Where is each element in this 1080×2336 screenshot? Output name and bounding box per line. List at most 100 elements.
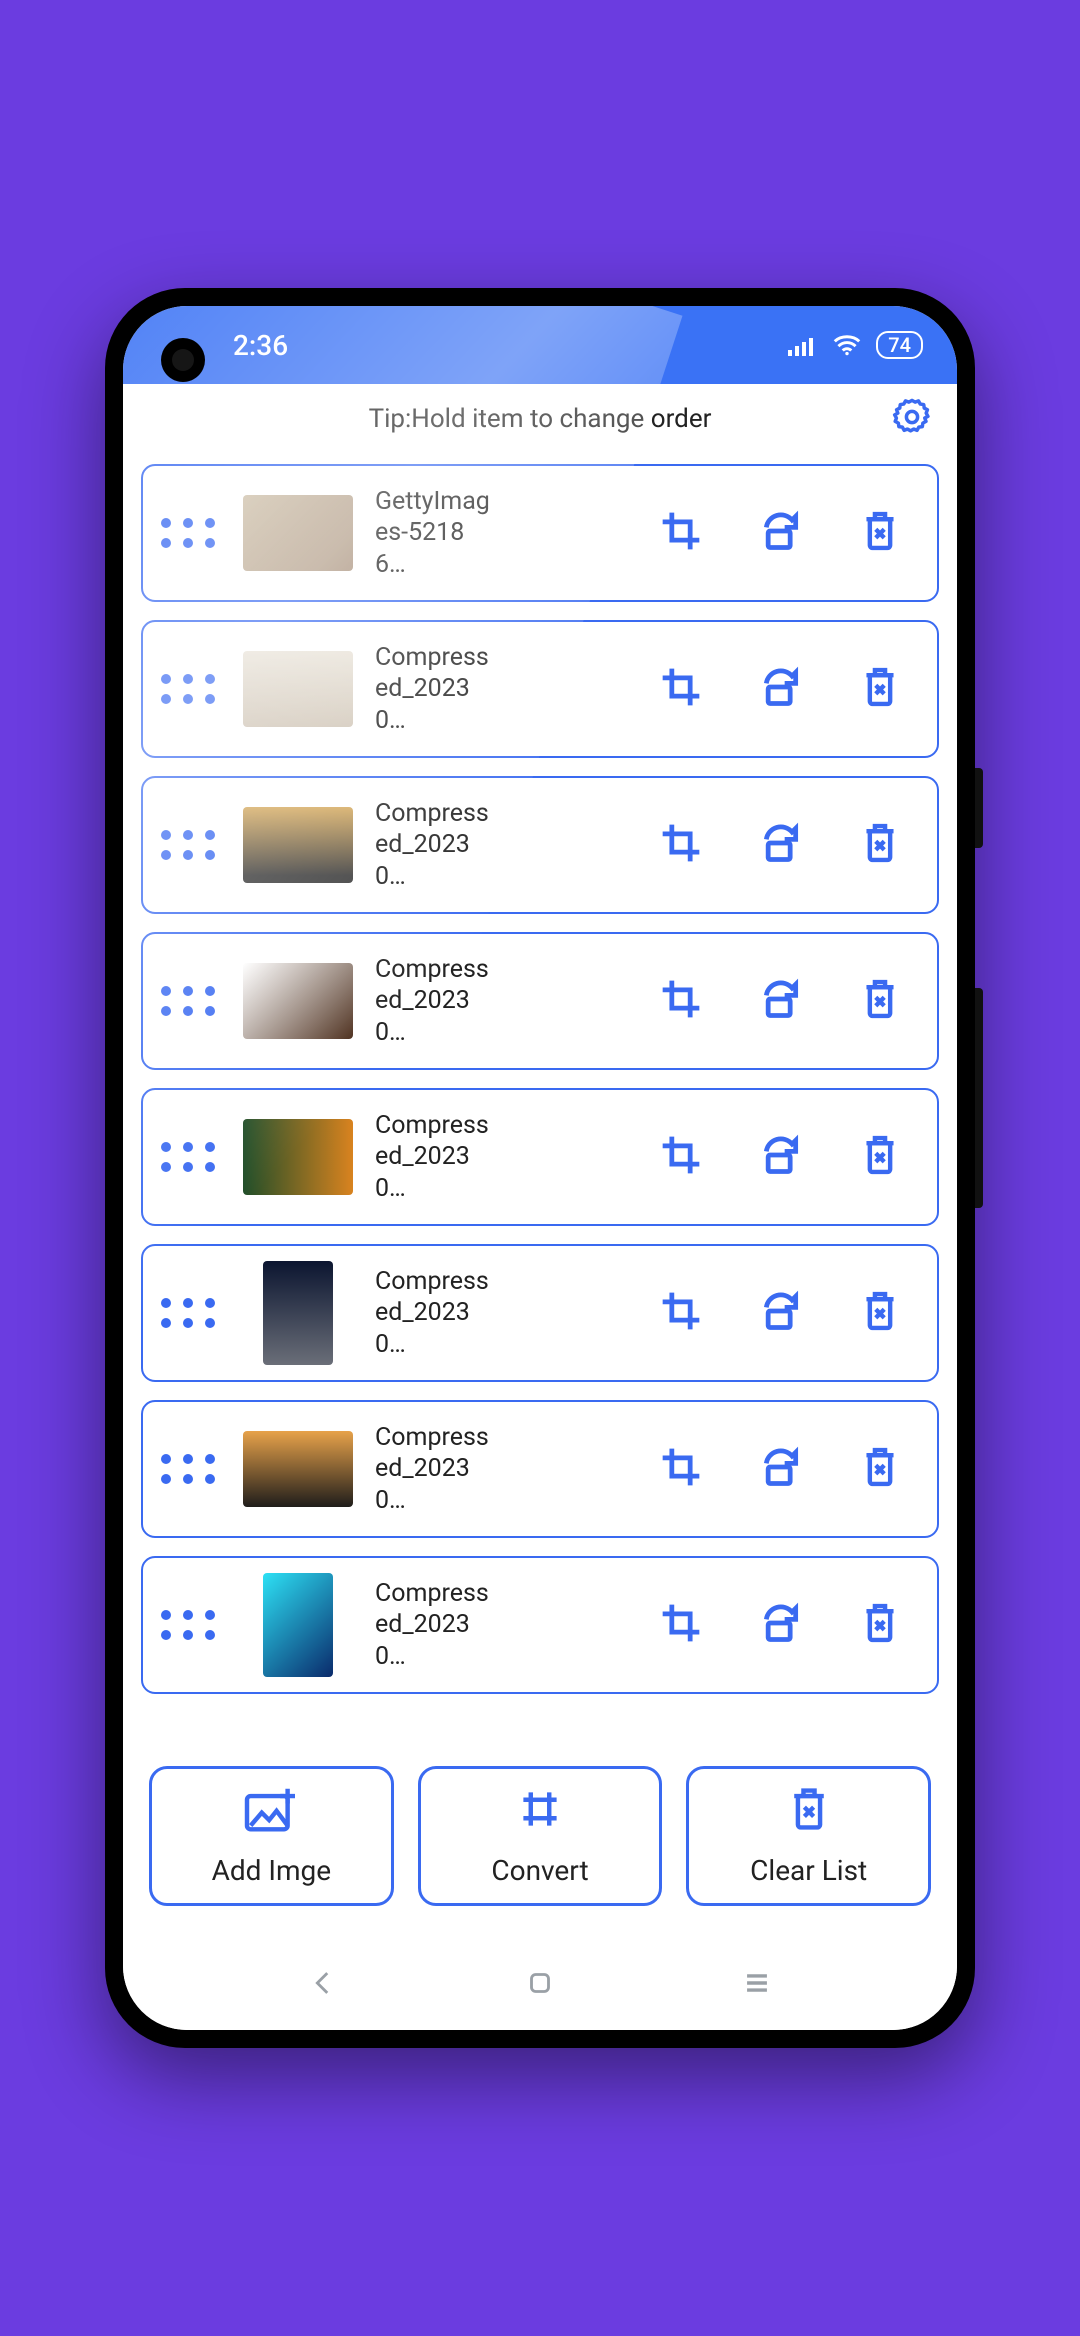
- drag-handle-icon[interactable]: [161, 1298, 215, 1328]
- delete-button[interactable]: [859, 665, 901, 713]
- drag-handle-icon[interactable]: [161, 518, 215, 548]
- convert-label: Convert: [491, 1854, 588, 1887]
- add-image-label: Add Imge: [212, 1854, 332, 1887]
- item-actions: [659, 1289, 919, 1337]
- crop-button[interactable]: [659, 1445, 703, 1493]
- drag-handle-icon[interactable]: [161, 674, 215, 704]
- trash-icon: [859, 1318, 901, 1337]
- filename-label: Compressed_20230…: [375, 1422, 493, 1516]
- trash-icon: [859, 1006, 901, 1025]
- rotate-icon: [759, 850, 803, 869]
- drag-handle-icon[interactable]: [161, 830, 215, 860]
- item-actions: [659, 1133, 919, 1181]
- rotate-button[interactable]: [759, 977, 803, 1025]
- list-item[interactable]: GettyImages-52186…: [141, 464, 939, 602]
- nav-back-button[interactable]: [306, 1966, 340, 2004]
- image-thumbnail[interactable]: [263, 1261, 333, 1365]
- filename-label: Compressed_20230…: [375, 954, 493, 1048]
- rotate-button[interactable]: [759, 821, 803, 869]
- image-thumbnail[interactable]: [243, 1431, 353, 1507]
- item-actions: [659, 821, 919, 869]
- rotate-icon: [759, 1474, 803, 1493]
- wifi-icon: [832, 334, 862, 356]
- delete-button[interactable]: [859, 977, 901, 1025]
- delete-button[interactable]: [859, 509, 901, 557]
- trash-icon: [859, 538, 901, 557]
- filename-label: GettyImages-52186…: [375, 486, 493, 580]
- trash-icon: [785, 1785, 833, 1840]
- phone-side-button-lower: [975, 988, 983, 1208]
- drag-handle-icon[interactable]: [161, 1142, 215, 1172]
- tip-bar: Tip:Hold item to change order: [123, 384, 957, 454]
- crop-button[interactable]: [659, 1289, 703, 1337]
- status-right: 74: [788, 331, 923, 359]
- rotate-button[interactable]: [759, 665, 803, 713]
- gear-icon: [891, 423, 933, 442]
- clear-list-button[interactable]: Clear List: [686, 1766, 931, 1906]
- filename-label: Compressed_20230…: [375, 1110, 493, 1204]
- filename-label: Compressed_20230…: [375, 1266, 493, 1360]
- add-image-icon: [242, 1785, 300, 1840]
- delete-button[interactable]: [859, 1289, 901, 1337]
- crop-button[interactable]: [659, 1601, 703, 1649]
- image-thumbnail[interactable]: [243, 963, 353, 1039]
- crop-icon: [659, 1318, 703, 1337]
- settings-button[interactable]: [891, 396, 933, 442]
- drag-handle-icon[interactable]: [161, 1610, 215, 1640]
- image-list[interactable]: GettyImages-52186… Compressed_20230… Compr…: [123, 454, 957, 1740]
- add-image-button[interactable]: Add Imge: [149, 1766, 394, 1906]
- image-thumbnail[interactable]: [243, 1119, 353, 1195]
- filename-label: Compressed_20230…: [375, 1578, 493, 1672]
- battery-indicator: 74: [876, 331, 923, 359]
- rotate-icon: [759, 1318, 803, 1337]
- convert-icon: [512, 1785, 568, 1840]
- trash-icon: [859, 1474, 901, 1493]
- delete-button[interactable]: [859, 1445, 901, 1493]
- drag-handle-icon[interactable]: [161, 986, 215, 1016]
- list-item[interactable]: Compressed_20230…: [141, 1244, 939, 1382]
- image-thumbnail[interactable]: [243, 495, 353, 571]
- rotate-button[interactable]: [759, 1133, 803, 1181]
- list-item[interactable]: Compressed_20230…: [141, 1088, 939, 1226]
- list-item[interactable]: Compressed_20230…: [141, 620, 939, 758]
- delete-button[interactable]: [859, 821, 901, 869]
- camera-punch-hole: [161, 338, 205, 382]
- rotate-button[interactable]: [759, 1601, 803, 1649]
- list-item[interactable]: Compressed_20230…: [141, 932, 939, 1070]
- status-time: 2:36: [233, 329, 288, 362]
- item-actions: [659, 665, 919, 713]
- item-actions: [659, 1601, 919, 1649]
- list-item[interactable]: Compressed_20230…: [141, 776, 939, 914]
- filename-label: Compressed_20230…: [375, 642, 493, 736]
- rotate-icon: [759, 1006, 803, 1025]
- nav-home-button[interactable]: [523, 1966, 557, 2004]
- nav-recent-button[interactable]: [740, 1966, 774, 2004]
- phone-screen: 2:36 74 Tip:Hold item to change order: [123, 306, 957, 2030]
- rotate-button[interactable]: [759, 1289, 803, 1337]
- image-thumbnail[interactable]: [243, 651, 353, 727]
- crop-button[interactable]: [659, 1133, 703, 1181]
- trash-icon: [859, 694, 901, 713]
- phone-frame: 2:36 74 Tip:Hold item to change order: [105, 288, 975, 2048]
- crop-icon: [659, 1474, 703, 1493]
- crop-button[interactable]: [659, 509, 703, 557]
- rotate-icon: [759, 538, 803, 557]
- crop-button[interactable]: [659, 665, 703, 713]
- list-item[interactable]: Compressed_20230…: [141, 1400, 939, 1538]
- crop-icon: [659, 538, 703, 557]
- crop-button[interactable]: [659, 977, 703, 1025]
- image-thumbnail[interactable]: [243, 807, 353, 883]
- android-nav-bar: [123, 1940, 957, 2030]
- image-thumbnail[interactable]: [263, 1573, 333, 1677]
- delete-button[interactable]: [859, 1133, 901, 1181]
- list-item[interactable]: Compressed_20230…: [141, 1556, 939, 1694]
- trash-icon: [859, 1162, 901, 1181]
- crop-button[interactable]: [659, 821, 703, 869]
- rotate-button[interactable]: [759, 509, 803, 557]
- rotate-button[interactable]: [759, 1445, 803, 1493]
- drag-handle-icon[interactable]: [161, 1454, 215, 1484]
- delete-button[interactable]: [859, 1601, 901, 1649]
- clear-list-label: Clear List: [750, 1854, 867, 1887]
- convert-button[interactable]: Convert: [418, 1766, 663, 1906]
- crop-icon: [659, 1006, 703, 1025]
